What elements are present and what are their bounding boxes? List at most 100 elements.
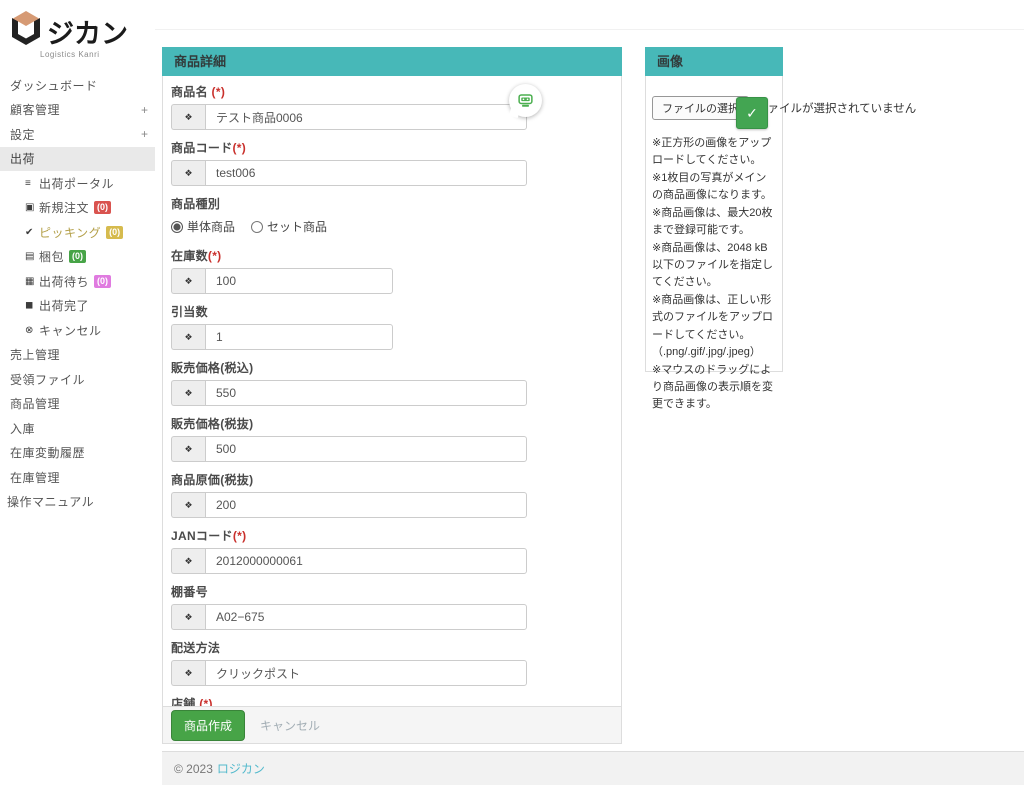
top-navbar: [155, 0, 1024, 30]
sidebar-nav: ダッシュボード 顧客管理+ 設定+ 出荷 ≡出荷ポータル ▣新規注文(0) ✔ピ…: [0, 73, 155, 514]
truck-icon: ◼: [25, 300, 39, 311]
price-tax-included-input[interactable]: [205, 380, 527, 406]
check-icon: ✓: [746, 105, 758, 122]
sidebar-item-sales-mgmt[interactable]: 売上管理: [0, 343, 155, 368]
new-order-icon: ▣: [25, 202, 39, 213]
extension-check-button[interactable]: ✓: [736, 97, 768, 129]
picking-count-badge: (0): [106, 226, 123, 239]
field-label: 販売価格(税込): [171, 361, 253, 375]
new-orders-count-badge: (0): [94, 201, 111, 214]
field-label: 店舗: [171, 697, 199, 706]
sidebar-item-new-orders[interactable]: ▣新規注文(0): [0, 196, 155, 221]
sidebar-item-cancel[interactable]: ⊗キャンセル: [0, 318, 155, 343]
product-name-field: 商品名 (*) ❖: [171, 83, 613, 130]
product-code-input[interactable]: [205, 160, 527, 186]
product-detail-panel: 商品詳細 商品名 (*) ❖ 商品コード(*) ❖ 商品種別 単体商品: [162, 47, 622, 744]
sidebar-item-picking[interactable]: ✔ピッキング(0): [0, 220, 155, 245]
sidebar-item-receiving[interactable]: 入庫: [0, 416, 155, 441]
product-name-input[interactable]: [205, 104, 527, 130]
form-actions: 商品作成 キャンセル: [163, 706, 621, 743]
extension-robot-bubble-button[interactable]: [509, 84, 542, 117]
sidebar-item-shipping-portal[interactable]: ≡出荷ポータル: [0, 171, 155, 196]
sidebar-item-shipping[interactable]: 出荷: [0, 147, 155, 172]
input-addon-icon: ❖: [171, 492, 205, 518]
note-item: ※正方形の画像をアップロードしてください。: [652, 135, 776, 169]
choose-file-button[interactable]: ファイルの選択: [652, 96, 749, 120]
image-panel: 画像 ファイルの選択 ファイルが選択されていません ※正方形の画像をアップロード…: [645, 47, 783, 372]
list-icon: ≡: [25, 178, 39, 189]
radio-set-product[interactable]: セット商品: [251, 218, 327, 235]
cube-logo-icon: [6, 8, 46, 48]
awaiting-count-badge: (0): [94, 275, 111, 288]
input-addon-icon: ❖: [171, 160, 205, 186]
footer-brand-link[interactable]: ロジカン: [217, 760, 265, 777]
field-label: 商品コード: [171, 141, 233, 155]
sidebar-item-dashboard[interactable]: ダッシュボード: [0, 73, 155, 98]
sidebar-item-customer-mgmt[interactable]: 顧客管理+: [0, 98, 155, 123]
cancel-link[interactable]: キャンセル: [260, 717, 320, 734]
field-label: 配送方法: [171, 641, 220, 655]
store-field: 店舗 (*) ❖ ブルーゲートショップ: [171, 695, 613, 706]
file-input-row: ファイルの選択 ファイルが選択されていません: [652, 96, 932, 120]
image-upload-notes: ※正方形の画像をアップロードしてください。 ※1枚目の写真がメインの商品画像にな…: [652, 135, 776, 413]
note-item: ※1枚目の写真がメインの商品画像になります。: [652, 170, 776, 204]
radio-single-product[interactable]: 単体商品: [171, 218, 235, 235]
radio-single-input[interactable]: [171, 221, 183, 233]
required-mark: (*): [199, 697, 213, 706]
input-addon-icon: ❖: [171, 548, 205, 574]
copyright-text: © 2023: [174, 762, 213, 776]
jan-code-input[interactable]: [205, 548, 527, 574]
field-label: 在庫数: [171, 249, 208, 263]
shelf-number-input[interactable]: [205, 604, 527, 630]
input-addon-icon: ❖: [171, 380, 205, 406]
sidebar-item-shipped[interactable]: ◼出荷完了: [0, 294, 155, 319]
cost-price-input[interactable]: [205, 492, 527, 518]
input-addon-icon: ❖: [171, 660, 205, 686]
sidebar-item-manual[interactable]: 操作マニュアル: [0, 490, 155, 515]
field-label: 棚番号: [171, 585, 208, 599]
note-item: ※商品画像は、2048 kB以下のファイルを指定してください。: [652, 240, 776, 291]
field-label: 販売価格(税抜): [171, 417, 253, 431]
field-label: 商品種別: [171, 197, 220, 211]
price-tax-excluded-input[interactable]: [205, 436, 527, 462]
required-mark: (*): [208, 249, 222, 263]
cancel-circle-icon: ⊗: [25, 325, 39, 336]
stock-quantity-field: 在庫数(*) ❖: [171, 247, 613, 294]
sidebar-item-settings[interactable]: 設定+: [0, 122, 155, 147]
sidebar-item-stock-history[interactable]: 在庫変動履歴: [0, 441, 155, 466]
note-item: ※商品画像は、正しい形式のファイルをアップロードしてください。（.png/.gi…: [652, 292, 776, 360]
expand-plus-icon[interactable]: +: [141, 127, 148, 141]
sidebar-item-awaiting-shipment[interactable]: ▦出荷待ち(0): [0, 269, 155, 294]
field-label: 商品原価(税抜): [171, 473, 253, 487]
stock-quantity-input[interactable]: [205, 268, 393, 294]
product-panel-title: 商品詳細: [162, 47, 622, 76]
shipping-method-input[interactable]: [205, 660, 527, 686]
calendar-icon: ▦: [25, 276, 39, 287]
app-logo[interactable]: ジカン Logistics Kanri: [0, 0, 155, 59]
input-addon-icon: ❖: [171, 104, 205, 130]
check-icon: ✔: [25, 227, 39, 238]
sidebar-item-stock-mgmt[interactable]: 在庫管理: [0, 465, 155, 490]
allocated-quantity-input[interactable]: [205, 324, 393, 350]
input-addon-icon: ❖: [171, 436, 205, 462]
sidebar-item-receipt-files[interactable]: 受領ファイル: [0, 367, 155, 392]
page-footer: © 2023 ロジカン: [162, 751, 1024, 785]
product-type-field: 商品種別 単体商品 セット商品: [171, 195, 613, 238]
input-addon-icon: ❖: [171, 268, 205, 294]
sidebar-item-product-mgmt[interactable]: 商品管理: [0, 392, 155, 417]
page: ジカン Logistics Kanri ダッシュボード 顧客管理+ 設定+ 出荷…: [0, 0, 1024, 785]
sidebar-item-packing[interactable]: ▤梱包(0): [0, 245, 155, 270]
note-item: ※マウスのドラッグにより商品画像の表示順を変更できます。: [652, 362, 776, 413]
price-tax-excluded-field: 販売価格(税抜) ❖: [171, 415, 613, 462]
required-mark: (*): [233, 529, 247, 543]
input-addon-icon: ❖: [171, 604, 205, 630]
field-label: 引当数: [171, 305, 208, 319]
note-item: ※商品画像は、最大20枚まで登録可能です。: [652, 205, 776, 239]
create-product-button[interactable]: 商品作成: [171, 710, 245, 741]
jan-code-field: JANコード(*) ❖: [171, 527, 613, 574]
expand-plus-icon[interactable]: +: [141, 103, 148, 117]
image-panel-title: 画像: [645, 47, 783, 76]
radio-set-input[interactable]: [251, 221, 263, 233]
product-code-field: 商品コード(*) ❖: [171, 139, 613, 186]
product-type-radio-group: 単体商品 セット商品: [171, 216, 613, 238]
